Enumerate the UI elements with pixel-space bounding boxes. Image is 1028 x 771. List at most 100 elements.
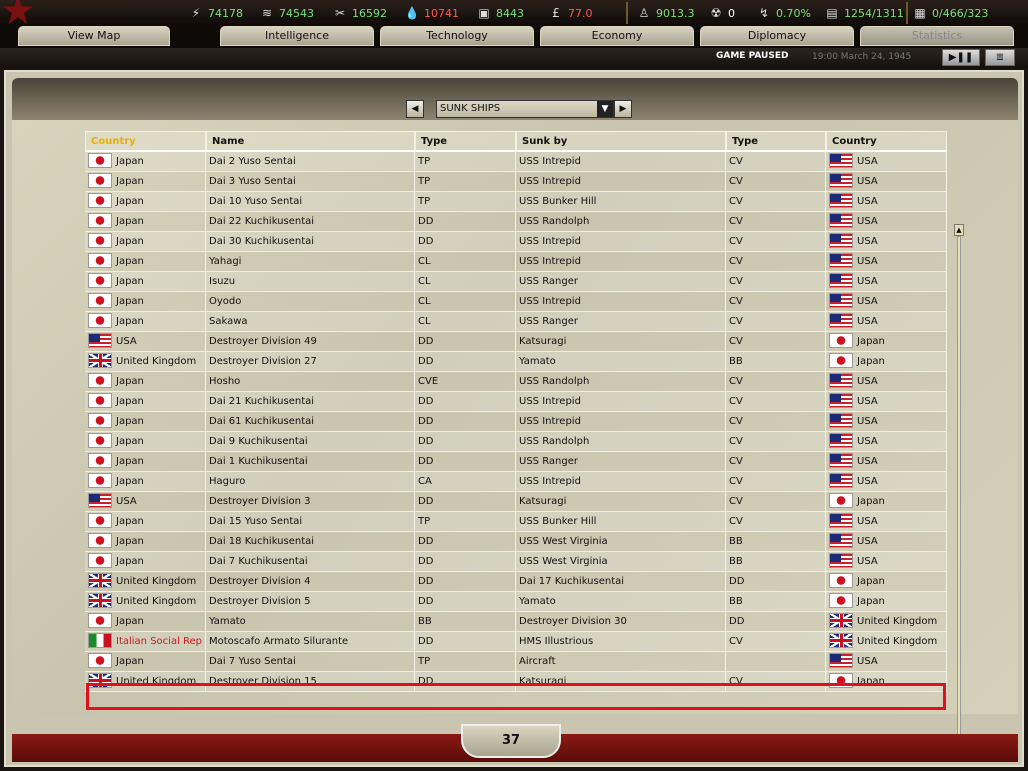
table-row[interactable]: Japan Dai 7 Yuso Sentai TP Aircraft USA — [85, 652, 947, 672]
attacker-country-cell: USA — [826, 512, 947, 532]
table-row[interactable]: Japan Yamato BB Destroyer Division 30 DD Unit… — [85, 612, 947, 632]
table-row[interactable]: Japan Dai 18 Kuchikusentai DD USS West Virg… — [85, 532, 947, 552]
ship-type-cell: DD — [415, 392, 516, 412]
ship-name-cell-text: Motoscafo Armato Silurante — [209, 636, 349, 647]
col-attacker-country-header[interactable]: Country — [826, 131, 947, 152]
col-type-header[interactable]: Type — [415, 131, 516, 152]
sunk-by-cell-text: USS Intrepid — [519, 256, 581, 267]
attacker-type-cell-text: CV — [729, 516, 743, 527]
table-row[interactable]: Japan Haguro CA USS Intrepid CV USA — [85, 472, 947, 492]
attacker-country-cell-text: USA — [857, 656, 878, 667]
victim-country-cell-text: Japan — [116, 656, 144, 667]
table-row[interactable]: Italian Social Rep Motoscafo Armato Silur… — [85, 632, 947, 652]
resource-supplies: ▣ 8443 — [476, 5, 524, 21]
scroll-track[interactable] — [957, 236, 961, 746]
play-pause-button[interactable]: ▶❚❚ — [942, 49, 980, 66]
table-row[interactable]: Japan Dai 30 Kuchikusentai DD USS Intrepid C… — [85, 232, 947, 252]
table-row[interactable]: Japan Dai 9 Kuchikusentai DD USS Randolph CV… — [85, 432, 947, 452]
sunk-by-cell-text: USS Intrepid — [519, 416, 581, 427]
flag-us-icon — [88, 492, 112, 508]
attacker-country-cell-text: USA — [857, 536, 878, 547]
sunk-by-cell-text: USS West Virginia — [519, 536, 608, 547]
money-icon: £ — [552, 6, 560, 20]
flag-jp-icon — [88, 652, 112, 668]
flag-jp-icon — [829, 352, 853, 368]
ship-type-cell-text: TP — [418, 656, 431, 667]
sunk-by-cell: USS Intrepid — [516, 392, 726, 412]
ship-name-cell: Oyodo — [206, 292, 415, 312]
stat-type-select[interactable]: SUNK SHIPS ▼ — [436, 100, 614, 118]
tab-view-map[interactable]: View Map — [18, 26, 170, 46]
col-country-header[interactable]: Country — [85, 131, 206, 152]
ship-name-cell-text: Dai 30 Kuchikusentai — [209, 236, 315, 247]
col-name-header[interactable]: Name — [206, 131, 415, 152]
victim-country-cell: Japan — [85, 512, 206, 532]
prev-stat-button[interactable]: ◀ — [406, 100, 424, 118]
sunk-by-cell: USS Intrepid — [516, 152, 726, 172]
resource-convoy: ▦ 0/466/323 — [912, 5, 988, 21]
col-sunk-by-header[interactable]: Sunk by — [516, 131, 726, 152]
dropdown-arrow-icon[interactable]: ▼ — [597, 101, 613, 117]
victim-country-cell-text: Japan — [116, 296, 144, 307]
table-row[interactable]: USA Destroyer Division 3 DD Katsuragi CV Japa… — [85, 492, 947, 512]
highlighted-row-marker — [86, 683, 946, 710]
attacker-country-cell: USA — [826, 252, 947, 272]
table-row[interactable]: USA Destroyer Division 49 DD Katsuragi CV Jap… — [85, 332, 947, 352]
nation-star-icon: ★ — [0, 0, 36, 34]
attacker-country-cell: Japan — [826, 572, 947, 592]
table-row[interactable]: Japan Dai 1 Kuchikusentai DD USS Ranger CV US… — [85, 452, 947, 472]
victim-country-cell-text: United Kingdom — [116, 576, 197, 587]
next-stat-button[interactable]: ▶ — [614, 100, 632, 118]
table-row[interactable]: Japan Dai 7 Kuchikusentai DD USS West Virgi… — [85, 552, 947, 572]
sunk-by-cell: USS Ranger — [516, 272, 726, 292]
table-row[interactable]: Japan Yahagi CL USS Intrepid CV USA — [85, 252, 947, 272]
table-row[interactable]: Japan Dai 15 Yuso Sentai TP USS Bunker Hill… — [85, 512, 947, 532]
table-row[interactable]: Japan Isuzu CL USS Ranger CV USA — [85, 272, 947, 292]
flag-us-icon — [829, 272, 853, 288]
table-row[interactable]: United Kingdom Destroyer Division 4 DD Dai … — [85, 572, 947, 592]
scroll-up-icon[interactable]: ▲ — [954, 224, 964, 236]
table-row[interactable]: Japan Dai 21 Kuchikusentai DD USS Intrepid C… — [85, 392, 947, 412]
ship-name-cell: Dai 30 Kuchikusentai — [206, 232, 415, 252]
table-row[interactable]: United Kingdom Destroyer Division 5 DD Yama… — [85, 592, 947, 612]
table-row[interactable]: Japan Dai 61 Kuchikusentai DD USS Intrepid C… — [85, 412, 947, 432]
table-row[interactable]: Japan Dai 2 Yuso Sentai TP USS Intrepid CV US… — [85, 152, 947, 172]
tab-statistics[interactable]: Statistics — [860, 26, 1014, 46]
sunk-by-cell: USS West Virginia — [516, 552, 726, 572]
table-scrollbar[interactable]: ▲ ▼ — [954, 224, 964, 762]
energy-icon: ⚡ — [191, 6, 201, 20]
table-row[interactable]: Japan Dai 10 Yuso Sentai TP USS Bunker Hill… — [85, 192, 947, 212]
table-row[interactable]: Japan Dai 3 Yuso Sentai TP USS Intrepid CV US… — [85, 172, 947, 192]
tab-diplomacy[interactable]: Diplomacy — [700, 26, 854, 46]
table-row[interactable]: United Kingdom Destroyer Division 27 DD Yam… — [85, 352, 947, 372]
tab-intelligence[interactable]: Intelligence — [220, 26, 374, 46]
victim-country-cell-text: Japan — [116, 216, 144, 227]
attacker-type-cell: BB — [726, 552, 826, 572]
message-log-button[interactable]: ≣ — [985, 49, 1015, 66]
attacker-type-cell-text: BB — [729, 536, 743, 547]
col-attacker-type-header[interactable]: Type — [726, 131, 826, 152]
resource-value: 10741 — [424, 6, 459, 20]
attacker-country-cell: USA — [826, 652, 947, 672]
victim-country-cell: Japan — [85, 252, 206, 272]
ship-name-cell-text: Dai 9 Kuchikusentai — [209, 436, 308, 447]
flag-jp-icon — [88, 292, 112, 308]
attacker-type-cell: BB — [726, 592, 826, 612]
resource-value: 0/466/323 — [932, 6, 989, 20]
tab-economy[interactable]: Economy — [540, 26, 694, 46]
flag-jp-icon — [88, 192, 112, 208]
attacker-country-cell: USA — [826, 452, 947, 472]
table-row[interactable]: Japan Dai 22 Kuchikusentai DD USS Randolph C… — [85, 212, 947, 232]
table-row[interactable]: Japan Oyodo CL USS Intrepid CV USA — [85, 292, 947, 312]
attacker-country-cell-text: USA — [857, 476, 878, 487]
table-row[interactable]: Japan Sakawa CL USS Ranger CV USA — [85, 312, 947, 332]
tab-technology[interactable]: Technology — [380, 26, 534, 46]
ship-type-cell-text: CL — [418, 256, 431, 267]
sunk-by-cell-text: USS Intrepid — [519, 236, 581, 247]
sunk-by-cell-text: Destroyer Division 30 — [519, 616, 627, 627]
sunk-by-cell-text: USS Ranger — [519, 456, 578, 467]
attacker-type-cell: CV — [726, 452, 826, 472]
flag-jp-icon — [88, 472, 112, 488]
flag-us-icon — [829, 212, 853, 228]
table-row[interactable]: Japan Hosho CVE USS Randolph CV USA — [85, 372, 947, 392]
